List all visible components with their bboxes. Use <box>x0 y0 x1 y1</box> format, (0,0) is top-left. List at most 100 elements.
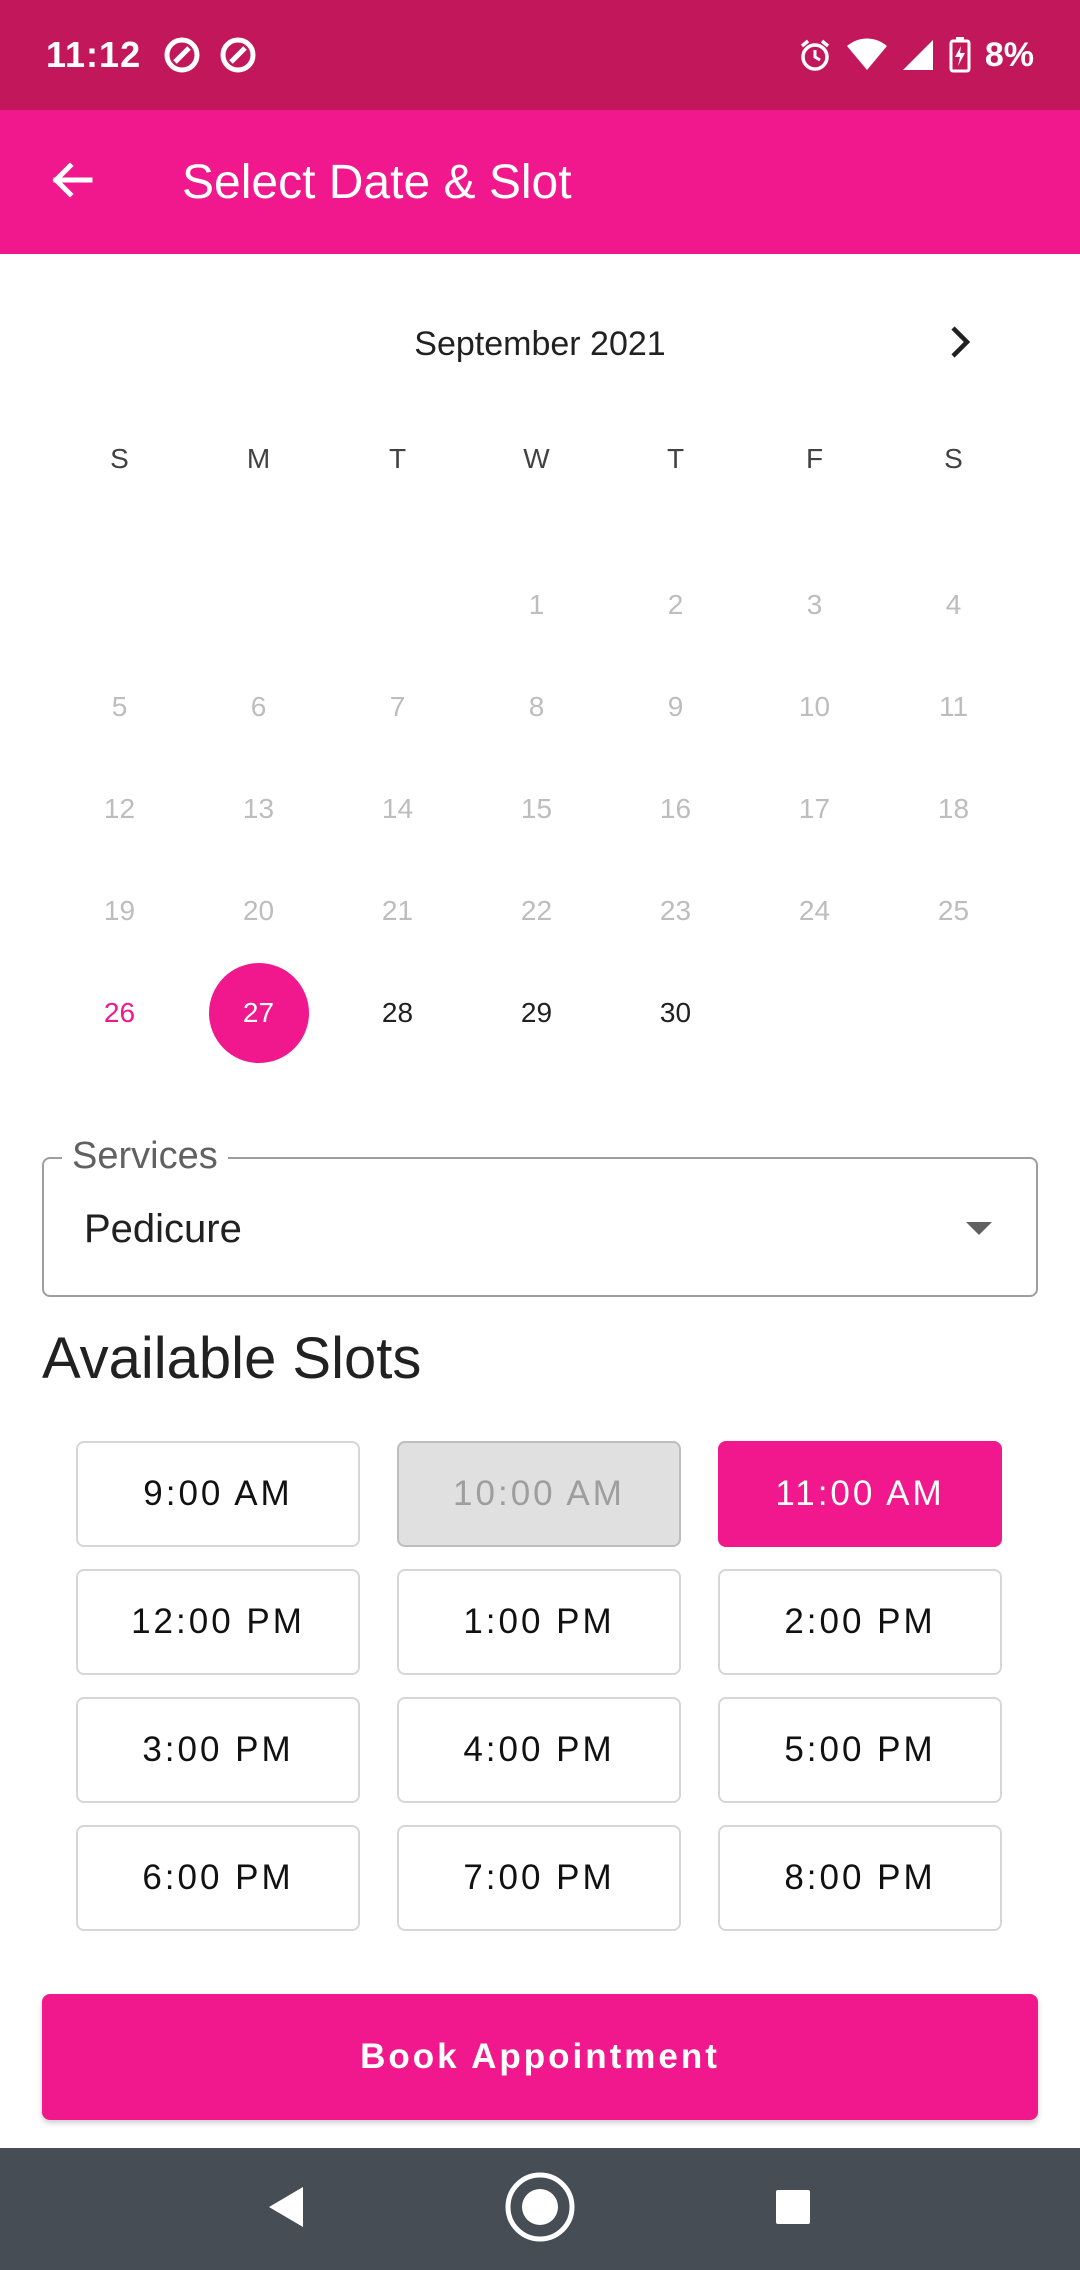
calendar-day-label: 19 <box>103 895 136 926</box>
calendar-day-label: 30 <box>659 997 692 1028</box>
calendar-day: 7 <box>328 656 467 758</box>
time-slot-button[interactable]: 9:00 AM <box>76 1441 360 1547</box>
calendar-day-label: 29 <box>520 997 553 1028</box>
status-time: 11:12 <box>46 34 142 75</box>
page-title: Select Date & Slot <box>182 155 572 209</box>
services-dropdown[interactable]: Services Pedicure <box>42 1133 1038 1297</box>
signal-icon <box>901 38 935 72</box>
back-button[interactable] <box>0 110 144 254</box>
time-slot-button[interactable]: 11:00 AM <box>718 1441 1002 1547</box>
time-slot-button[interactable]: 2:00 PM <box>718 1569 1002 1675</box>
calendar-day: 14 <box>328 758 467 860</box>
calendar-day-label: 13 <box>242 793 275 824</box>
calendar-day-label: 20 <box>242 895 275 926</box>
calendar-day: 17 <box>745 758 884 860</box>
time-slot-button[interactable]: 1:00 PM <box>397 1569 681 1675</box>
time-slot-button[interactable]: 5:00 PM <box>718 1697 1002 1803</box>
chevron-right-icon <box>945 325 975 364</box>
calendar-day: 9 <box>606 656 745 758</box>
calendar-day: 20 <box>189 860 328 962</box>
calendar-day: 10 <box>745 656 884 758</box>
calendar-day: 13 <box>189 758 328 860</box>
calendar-weekday: W <box>523 443 550 474</box>
wifi-icon <box>846 38 887 72</box>
calendar-day: 12 <box>50 758 189 860</box>
time-slot-button[interactable]: 8:00 PM <box>718 1825 1002 1931</box>
calendar-empty-cell <box>328 554 467 656</box>
calendar-day-label: 5 <box>111 691 128 722</box>
calendar-day-label: 22 <box>520 895 553 926</box>
nav-recents-icon <box>774 2188 812 2231</box>
calendar-day: 15 <box>467 758 606 860</box>
calendar-day-label: 27 <box>208 963 309 1063</box>
calendar-weekday: M <box>246 443 271 474</box>
calendar-day[interactable]: 29 <box>467 962 606 1064</box>
system-nav-bar <box>0 2148 1080 2270</box>
calendar-day: 21 <box>328 860 467 962</box>
calendar-day-label: 25 <box>937 895 970 926</box>
time-slot-button[interactable]: 4:00 PM <box>397 1697 681 1803</box>
calendar-day-label: 28 <box>381 997 414 1028</box>
calendar-weekday: F <box>805 443 824 474</box>
calendar-day: 3 <box>745 554 884 656</box>
nav-back-button[interactable] <box>247 2169 327 2249</box>
book-appointment-button[interactable]: Book Appointment <box>42 1994 1038 2120</box>
app-bar: Select Date & Slot <box>0 110 1080 254</box>
calendar-day-label: 7 <box>389 691 406 722</box>
calendar-day-label: 11 <box>938 691 969 722</box>
nav-home-icon <box>504 2171 576 2248</box>
calendar-day-label: 12 <box>103 793 136 824</box>
calendar-weekday: T <box>666 443 685 474</box>
calendar-day-label: 24 <box>798 895 831 926</box>
nav-home-button[interactable] <box>500 2169 580 2249</box>
calendar-day: 1 <box>467 554 606 656</box>
dropdown-arrow-icon <box>966 1222 992 1235</box>
calendar-empty-cell <box>50 554 189 656</box>
calendar-day[interactable]: 27 <box>189 962 328 1064</box>
calendar-day[interactable]: 30 <box>606 962 745 1064</box>
calendar-day-label: 14 <box>381 793 414 824</box>
calendar-empty-cell <box>884 962 1023 1064</box>
calendar-day: 8 <box>467 656 606 758</box>
calendar: September 2021 SMTWTFS 1 2 3 4 5 6 7 8 9 10 11 12 13… <box>0 254 1080 1063</box>
calendar-day[interactable]: 28 <box>328 962 467 1064</box>
time-slot-button[interactable]: 12:00 PM <box>76 1569 360 1675</box>
calendar-day-label: 4 <box>945 589 962 620</box>
calendar-day-label: 6 <box>250 691 267 722</box>
calendar-day-label: 17 <box>798 793 831 824</box>
time-slot-button[interactable]: 3:00 PM <box>76 1697 360 1803</box>
calendar-days: 1 2 3 4 5 6 7 8 9 10 11 12 13 14 15 16 17 18 19 20 21 22 23 24 2… <box>50 554 1023 1064</box>
arrow-back-icon <box>50 158 94 207</box>
calendar-day: 25 <box>884 860 1023 962</box>
calendar-day[interactable]: 26 <box>50 962 189 1064</box>
calendar-month-label: September 2021 <box>414 325 666 363</box>
calendar-day: 5 <box>50 656 189 758</box>
time-slot-button[interactable]: 6:00 PM <box>76 1825 360 1931</box>
time-slot-button: 10:00 AM <box>397 1441 681 1547</box>
notification-icon <box>219 36 257 74</box>
services-value: Pedicure <box>84 1207 242 1251</box>
calendar-day-label: 23 <box>659 895 692 926</box>
calendar-day-label: 21 <box>381 895 414 926</box>
time-slot-button[interactable]: 7:00 PM <box>397 1825 681 1931</box>
notification-icon <box>163 36 201 74</box>
calendar-empty-cell <box>745 962 884 1064</box>
calendar-day-label: 2 <box>667 589 684 620</box>
calendar-day: 24 <box>745 860 884 962</box>
calendar-weekday: S <box>110 443 129 474</box>
status-bar: 11:12 8% <box>0 0 1080 110</box>
nav-recents-button[interactable] <box>753 2169 833 2249</box>
calendar-day: 4 <box>884 554 1023 656</box>
calendar-day-label: 1 <box>528 589 545 620</box>
calendar-day-label: 18 <box>937 793 970 824</box>
next-month-button[interactable] <box>930 314 990 374</box>
calendar-day-label: 9 <box>667 691 684 722</box>
calendar-day: 11 <box>884 656 1023 758</box>
calendar-day-label: 3 <box>806 589 823 620</box>
battery-charging-icon <box>949 37 971 73</box>
alarm-icon <box>797 37 833 73</box>
calendar-day-label: 10 <box>798 691 831 722</box>
nav-back-icon <box>267 2185 307 2234</box>
calendar-weekdays: SMTWTFS <box>50 439 1023 479</box>
calendar-day-label: 26 <box>103 997 136 1028</box>
